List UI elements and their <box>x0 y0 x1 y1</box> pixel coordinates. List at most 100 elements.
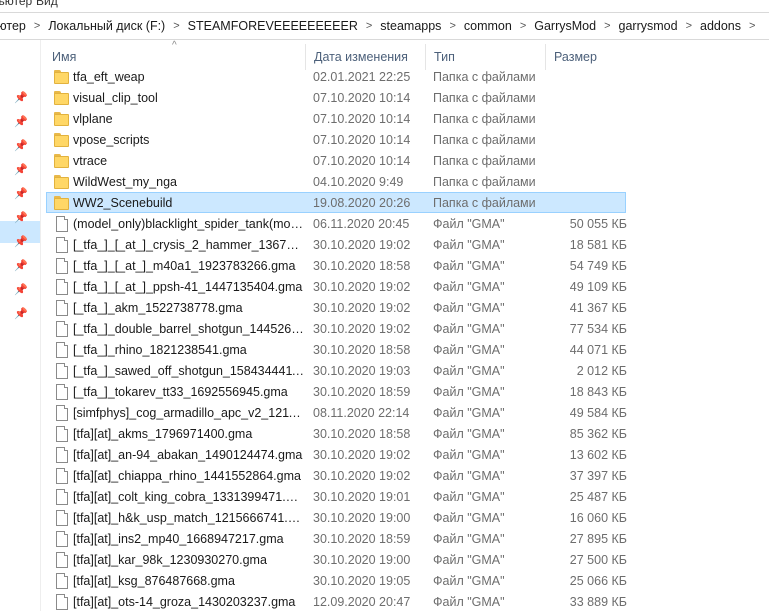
file-row[interactable]: [tfa][at]_an-94_abakan_1490124474.gma 30.… <box>46 444 627 465</box>
file-date: 30.10.2020 18:58 <box>313 343 411 357</box>
file-icon <box>54 258 70 274</box>
file-date: 30.10.2020 19:02 <box>313 280 411 294</box>
file-row[interactable]: vlplane 07.10.2020 10:14 Папка с файлами <box>46 108 626 129</box>
file-size: 77 534 КБ <box>569 322 627 336</box>
breadcrumb-item[interactable]: common <box>460 19 516 33</box>
file-name: vpose_scripts <box>73 133 150 147</box>
breadcrumb-item[interactable]: STEAMFOREVEEEEEEEEER <box>184 19 362 33</box>
file-size: 27 500 КБ <box>569 553 627 567</box>
file-row[interactable]: [_tfa_]_[_at_]_ppsh-41_1447135404.gma 30.… <box>46 276 627 297</box>
pin-icon[interactable]: 📌 <box>14 90 28 104</box>
file-date: 07.10.2020 10:14 <box>313 133 411 147</box>
breadcrumb-item[interactable]: garrysmod <box>615 19 682 33</box>
file-row[interactable]: WW2_Scenebuild 19.08.2020 20:26 Папка с фа… <box>46 192 626 213</box>
chevron-right-icon[interactable]: > <box>682 20 696 32</box>
file-name: [_tfa_]_[_at_]_m40a1_1923783266.gma <box>73 259 296 273</box>
file-size: 37 397 КБ <box>569 469 627 483</box>
file-row[interactable]: vtrace 07.10.2020 10:14 Папка с файлами <box>46 150 626 171</box>
file-type: Файл "GMA" <box>433 301 505 315</box>
chevron-right-icon[interactable]: > <box>600 20 614 32</box>
file-size <box>533 88 627 108</box>
file-type: Файл "GMA" <box>433 469 505 483</box>
file-row[interactable]: [simfphys]_cog_armadillo_apc_v2_12117...… <box>46 402 627 423</box>
file-row[interactable]: [tfa][at]_kar_98k_1230930270.gma 30.10.20… <box>46 549 627 570</box>
breadcrumb-item[interactable]: Локальный диск (F:) <box>44 19 169 33</box>
file-row[interactable]: [tfa][at]_akms_1796971400.gma 30.10.2020 … <box>46 423 627 444</box>
file-row[interactable]: tfa_eft_weap 02.01.2021 22:25 Папка с файл… <box>46 66 626 87</box>
file-icon <box>54 468 70 484</box>
file-row[interactable]: [_tfa_]_[_at_]_crysis_2_hammer_13678740.… <box>46 234 627 255</box>
pin-icon[interactable]: 📌 <box>14 162 28 176</box>
breadcrumb-item[interactable]: steamapps <box>376 19 445 33</box>
file-date: 04.10.2020 9:49 <box>313 175 404 189</box>
file-size: 25 487 КБ <box>569 490 627 504</box>
pin-icon[interactable]: 📌 <box>14 258 28 272</box>
folder-icon <box>54 69 70 85</box>
file-row[interactable]: [tfa][at]_colt_king_cobra_1331399471.gma… <box>46 486 627 507</box>
pin-icon[interactable]: 📌 <box>14 234 28 248</box>
file-type: Папка с файлами <box>433 175 536 189</box>
pin-icon[interactable]: 📌 <box>14 114 28 128</box>
file-row[interactable]: (model_only)blacklight_spider_tank(mod..… <box>46 213 627 234</box>
file-name: [_tfa_]_rhino_1821238541.gma <box>73 343 247 357</box>
file-size: 18 843 КБ <box>569 385 627 399</box>
file-row[interactable]: [_tfa_]_tokarev_tt33_1692556945.gma 30.10… <box>46 381 627 402</box>
chevron-right-icon[interactable]: > <box>362 20 376 32</box>
pin-icon[interactable]: 📌 <box>14 186 28 200</box>
file-row[interactable]: [_tfa_]_akm_1522738778.gma 30.10.2020 19:… <box>46 297 627 318</box>
folder-icon <box>54 90 70 106</box>
file-icon <box>54 552 70 568</box>
file-type: Папка с файлами <box>433 91 536 105</box>
breadcrumb-item[interactable]: пьютер <box>0 19 30 33</box>
file-row[interactable]: [tfa][at]_h&k_usp_match_1215666741.gma 30… <box>46 507 627 528</box>
file-name: [_tfa_]_sawed_off_shotgun_1584344411.g..… <box>73 364 305 378</box>
file-row[interactable]: [_tfa_]_[_at_]_m40a1_1923783266.gma 30.10… <box>46 255 627 276</box>
file-row[interactable]: [tfa][at]_ins2_mp40_1668947217.gma 30.10.… <box>46 528 627 549</box>
file-row[interactable]: [tfa][at]_ots-14_groza_1430203237.gma 12.… <box>46 591 627 612</box>
file-date: 06.11.2020 20:45 <box>313 217 410 231</box>
file-row[interactable]: [_tfa_]_double_barrel_shotgun_144526871.… <box>46 318 627 339</box>
file-name: [tfa][at]_h&k_usp_match_1215666741.gma <box>73 511 305 525</box>
file-date: 02.01.2021 22:25 <box>313 70 411 84</box>
file-icon <box>54 573 70 589</box>
menu-item[interactable]: пьютер <box>0 0 32 8</box>
file-type: Папка с файлами <box>433 133 536 147</box>
folder-icon <box>54 132 70 148</box>
file-size: 25 066 КБ <box>569 574 627 588</box>
address-bar[interactable]: пьютер > Локальный диск (F:) > STEAMFORE… <box>0 12 769 40</box>
file-date: 07.10.2020 10:14 <box>313 112 411 126</box>
pin-icon[interactable]: 📌 <box>14 306 28 320</box>
breadcrumb-item[interactable]: GarrysMod <box>530 19 600 33</box>
chevron-right-icon[interactable]: > <box>445 20 459 32</box>
pin-icon[interactable]: 📌 <box>14 210 28 224</box>
pin-icon[interactable]: 📌 <box>14 138 28 152</box>
file-row[interactable]: visual_clip_tool 07.10.2020 10:14 Папка с … <box>46 87 626 108</box>
chevron-right-icon[interactable]: > <box>169 20 183 32</box>
file-row[interactable]: [_tfa_]_sawed_off_shotgun_1584344411.g..… <box>46 360 627 381</box>
chevron-right-icon[interactable]: > <box>516 20 530 32</box>
navigation-pane: 📌 📌 📌 📌 📌 📌 📌 📌 📌 📌 <box>0 40 41 611</box>
file-type: Папка с файлами <box>433 112 536 126</box>
file-name: [tfa][at]_akms_1796971400.gma <box>73 427 253 441</box>
file-icon <box>54 342 70 358</box>
file-name: [tfa][at]_chiappa_rhino_1441552864.gma <box>73 469 301 483</box>
file-row[interactable]: [tfa][at]_ksg_876487668.gma 30.10.2020 19… <box>46 570 627 591</box>
file-row[interactable]: WildWest_my_nga 04.10.2020 9:49 Папка с фа… <box>46 171 626 192</box>
file-size: 16 060 КБ <box>569 511 627 525</box>
file-date: 30.10.2020 19:05 <box>313 574 411 588</box>
file-size: 13 602 КБ <box>569 448 627 462</box>
file-name: [tfa][at]_ins2_mp40_1668947217.gma <box>73 532 284 546</box>
chevron-right-icon[interactable]: > <box>30 20 44 32</box>
file-date: 30.10.2020 19:02 <box>313 469 411 483</box>
chevron-right-icon[interactable]: > <box>745 20 759 32</box>
menu-item[interactable]: Вид <box>36 0 58 8</box>
file-type: Папка с файлами <box>433 70 536 84</box>
pin-icon[interactable]: 📌 <box>14 282 28 296</box>
file-name: [simfphys]_cog_armadillo_apc_v2_12117... <box>73 406 305 420</box>
file-icon <box>54 237 70 253</box>
breadcrumb-item[interactable]: addons <box>696 19 745 33</box>
file-date: 30.10.2020 18:58 <box>313 427 411 441</box>
file-row[interactable]: [tfa][at]_chiappa_rhino_1441552864.gma 30… <box>46 465 627 486</box>
file-row[interactable]: vpose_scripts 07.10.2020 10:14 Папка с фай… <box>46 129 626 150</box>
file-row[interactable]: [_tfa_]_rhino_1821238541.gma 30.10.2020 1… <box>46 339 627 360</box>
